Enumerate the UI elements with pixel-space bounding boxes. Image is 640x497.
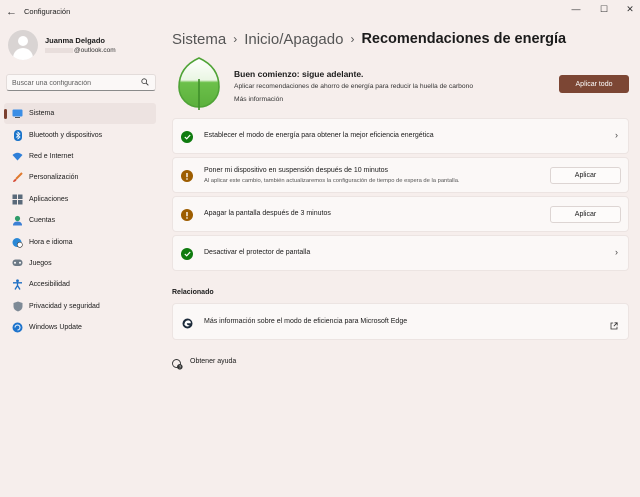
search-icon[interactable] xyxy=(141,78,149,86)
related-heading: Relacionado xyxy=(172,289,214,296)
sidebar-item-privacidad[interactable]: Privacidad y seguridad xyxy=(4,296,156,317)
sidebar-item-label: Cuentas xyxy=(29,217,56,225)
breadcrumb-item-inicio-apagado[interactable]: Inicio/Apagado xyxy=(244,31,343,48)
sidebar-item-red[interactable]: Red e Internet xyxy=(4,146,156,167)
recommendation-card[interactable]: Establecer el modo de energía para obten… xyxy=(172,118,629,154)
sidebar-item-label: Hora e idioma xyxy=(29,238,73,246)
recommendation-card: Poner mi dispositivo en suspensión despu… xyxy=(172,157,629,193)
hero-subtitle: Aplicar recomendaciones de ahorro de ene… xyxy=(234,83,474,90)
sidebar-item-hora[interactable]: Hora e idioma xyxy=(4,231,156,252)
search-box[interactable] xyxy=(6,74,156,91)
sidebar-item-bluetooth[interactable]: Bluetooth y dispositivos xyxy=(4,124,156,145)
sidebar-item-label: Aplicaciones xyxy=(29,195,69,203)
minimize-icon[interactable]: — xyxy=(566,2,586,16)
help-icon: ? xyxy=(172,357,183,375)
sidebar-item-label: Red e Internet xyxy=(29,152,74,160)
sidebar-item-label: Personalización xyxy=(29,174,79,182)
page-title: Recomendaciones de energía xyxy=(361,31,567,47)
sidebar-item-windows-update[interactable]: Windows Update xyxy=(4,317,156,338)
app-title: Configuración xyxy=(24,7,71,16)
learn-more-link[interactable]: Más información xyxy=(234,96,283,103)
sidebar-item-cuentas[interactable]: Cuentas xyxy=(4,210,156,231)
system-icon xyxy=(12,108,23,119)
apply-all-button[interactable]: Aplicar todo xyxy=(559,75,629,93)
breadcrumb: Sistema › Inicio/Apagado › Recomendacion… xyxy=(172,29,566,49)
check-icon xyxy=(181,248,193,260)
sidebar-item-accesibilidad[interactable]: Accesibilidad xyxy=(4,274,156,295)
recommendation-title: Poner mi dispositivo en suspensión despu… xyxy=(204,167,389,174)
sidebar-item-label: Sistema xyxy=(29,110,55,118)
close-icon[interactable]: ✕ xyxy=(620,2,640,16)
accessibility-icon xyxy=(12,279,23,291)
recommendation-subtitle: Al aplicar este cambio, también actualiz… xyxy=(204,178,460,184)
accounts-icon xyxy=(12,215,23,226)
apply-button[interactable]: Aplicar xyxy=(550,167,621,184)
user-email: @outlook.com xyxy=(45,47,116,54)
hero-title: Buen comienzo: sigue adelante. xyxy=(234,69,364,79)
recommendation-title: Desactivar el protector de pantalla xyxy=(204,249,311,256)
chevron-right-icon: › xyxy=(233,32,238,46)
sidebar-item-personalizacion[interactable]: Personalización xyxy=(4,167,156,188)
sidebar-item-juegos[interactable]: Juegos xyxy=(4,253,156,274)
recommendation-card[interactable]: Desactivar el protector de pantalla › xyxy=(172,235,629,271)
leaf-icon xyxy=(178,57,220,110)
search-input[interactable] xyxy=(12,77,137,89)
chevron-right-icon: › xyxy=(615,130,618,140)
apply-button[interactable]: Aplicar xyxy=(550,206,621,223)
bluetooth-icon xyxy=(12,129,23,141)
user-email-text: @outlook.com xyxy=(74,47,116,54)
sidebar-item-label: Accesibilidad xyxy=(29,281,70,289)
maximize-icon[interactable]: ☐ xyxy=(594,2,614,16)
external-link-icon xyxy=(610,317,618,335)
recommendation-card: Apagar la pantalla después de 3 minutos … xyxy=(172,196,629,232)
title-bar: ← Configuración — ☐ ✕ xyxy=(0,0,640,24)
avatar xyxy=(8,30,38,60)
sidebar-item-sistema[interactable]: Sistema xyxy=(4,103,156,125)
recommendation-title: Establecer el modo de energía para obten… xyxy=(204,132,434,139)
shield-icon xyxy=(12,301,23,312)
get-help-label: Obtener ayuda xyxy=(190,358,237,365)
sidebar-item-aplicaciones[interactable]: Aplicaciones xyxy=(4,189,156,210)
chevron-right-icon: › xyxy=(615,247,618,257)
sidebar-item-label: Juegos xyxy=(29,259,52,267)
pending-icon xyxy=(181,209,193,221)
edge-icon xyxy=(182,316,193,334)
update-icon xyxy=(12,322,23,333)
wifi-icon xyxy=(12,151,23,162)
user-name: Juanma Delgado xyxy=(45,36,106,45)
check-icon xyxy=(181,131,193,143)
breadcrumb-item-sistema[interactable]: Sistema xyxy=(172,31,226,48)
chevron-right-icon: › xyxy=(350,32,355,46)
apps-icon xyxy=(12,194,23,205)
energy-hero: Buen comienzo: sigue adelante. Aplicar r… xyxy=(172,56,630,114)
brush-icon xyxy=(12,172,23,183)
sidebar-item-label: Bluetooth y dispositivos xyxy=(29,131,103,139)
sidebar-item-label: Windows Update xyxy=(29,324,82,332)
pending-icon xyxy=(181,170,193,182)
sidebar-item-label: Privacidad y seguridad xyxy=(29,302,100,310)
related-card[interactable]: Más información sobre el modo de eficien… xyxy=(172,303,629,340)
back-arrow-icon[interactable]: ← xyxy=(6,5,18,19)
related-link-title: Más información sobre el modo de eficien… xyxy=(204,318,408,325)
recommendation-title: Apagar la pantalla después de 3 minutos xyxy=(204,210,331,217)
sidebar-nav: Sistema Bluetooth y dispositivos Red e I… xyxy=(4,103,156,338)
gamepad-icon xyxy=(12,258,23,269)
globe-clock-icon xyxy=(12,237,23,248)
